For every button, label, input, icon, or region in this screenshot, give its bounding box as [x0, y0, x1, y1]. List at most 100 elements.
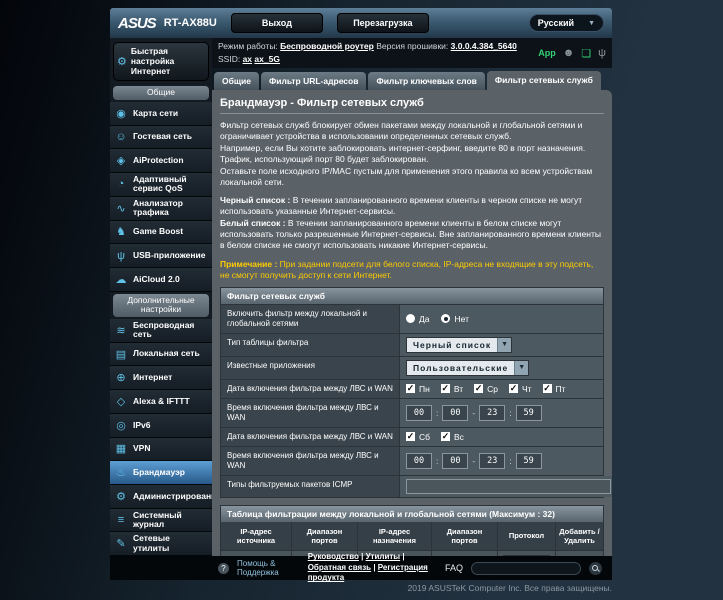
filter-type-label: Тип таблицы фильтра	[221, 333, 399, 356]
sidebar-item-adaptive-qos[interactable]: ◔ Адаптивный сервис QoS	[110, 173, 212, 197]
enable-filter-label: Включить фильтр между локальной и глобал…	[221, 304, 399, 333]
day-tue-checkbox[interactable]: ✓	[440, 384, 450, 394]
lan-icon: ▤	[115, 348, 127, 361]
sidebar-item-ipv6[interactable]: ◎ IPv6	[110, 413, 212, 438]
sidebar-item-lan[interactable]: ▤ Локальная сеть	[110, 342, 212, 367]
weekend-start-min-input[interactable]	[442, 452, 469, 469]
ssid-label: SSID:	[218, 54, 241, 64]
reboot-button[interactable]: Перезагрузка	[336, 13, 429, 33]
filter-rules-table: Таблица фильтрации между локальной и гло…	[220, 504, 604, 556]
icmp-input[interactable]	[406, 478, 611, 494]
enable-no-radio[interactable]	[441, 314, 451, 324]
filter-type-select[interactable]: Черный список ▼	[406, 336, 513, 353]
known-apps-label: Известные приложения	[221, 356, 399, 379]
feedback-link[interactable]: Обратная связь	[308, 563, 371, 572]
sidebar-item-alexa-ifttt[interactable]: ◇ Alexa & IFTTT	[110, 390, 212, 414]
alexa-ifttt-icon: ◇	[116, 396, 126, 408]
day-wed-checkbox[interactable]: ✓	[474, 384, 484, 394]
day-sat-checkbox[interactable]: ✓	[406, 432, 415, 442]
day-thu-checkbox[interactable]: ✓	[508, 384, 518, 394]
manual-link[interactable]: Руководство	[308, 552, 359, 561]
quick-setup-icon: ⚙	[117, 56, 127, 69]
description: Фильтр сетевых служб блокирует обмен пак…	[220, 120, 604, 281]
sidebar-item-network-map[interactable]: ◉ Карта сети	[110, 102, 212, 126]
tools-icon: ✎	[116, 538, 126, 551]
tab-url-filter[interactable]: Фильтр URL-адресов	[261, 72, 367, 90]
sidebar-item-game-boost[interactable]: ♞ Game Boost	[110, 220, 212, 245]
sidebar-item-aiprotection[interactable]: ◈ AiProtection	[110, 149, 212, 174]
ssid-24-link[interactable]: ax	[243, 54, 252, 64]
cloud-icon: ☁	[115, 273, 127, 286]
help-support-label[interactable]: Помощь & Поддержка	[237, 559, 300, 577]
sidebar-item-system-log[interactable]: ≡ Системный журнал	[110, 508, 212, 533]
waveform-icon: ∿	[116, 202, 126, 215]
weekday-end-min-input[interactable]	[515, 404, 542, 421]
weekend-date-row: Дата включения фильтра между ЛВС и WAN ✓…	[221, 426, 603, 446]
firewall-icon: ♨	[116, 467, 126, 480]
search-icon[interactable]	[589, 561, 602, 575]
gamepad-icon: ♞	[116, 226, 126, 239]
weekday-start-hour-input[interactable]	[406, 404, 432, 421]
sidebar-item-wan[interactable]: ⊕ Интернет	[110, 366, 212, 391]
sidebar-item-network-tools[interactable]: ✎ Сетевые утилиты	[110, 532, 212, 556]
router-admin-window: ASUS RT-AX88U Выход Перезагрузка Русский…	[110, 8, 612, 582]
language-select[interactable]: Русский ▼	[528, 14, 604, 32]
quick-setup-button[interactable]: ⚙ Быстрая настройка Интернет	[113, 42, 209, 82]
app-link[interactable]: App	[538, 48, 556, 58]
chevron-down-icon: ▼	[514, 360, 529, 375]
known-apps-row: Известные приложения Пользовательские ▼	[221, 355, 603, 379]
sidebar-item-wireless[interactable]: ≋ Беспроводная сеть	[110, 319, 212, 343]
clients-icon[interactable]: ☻	[563, 47, 575, 59]
help-icon: ?	[218, 562, 229, 574]
enable-yes-radio[interactable]	[406, 314, 415, 324]
sidebar-item-guest-network[interactable]: ☺ Гостевая сеть	[110, 125, 212, 150]
col-dest-ip: IP-адрес назначения	[357, 521, 431, 551]
router-model: RT-AX88U	[163, 17, 217, 29]
sidebar-item-firewall[interactable]: ♨ Брандмауэр	[110, 461, 212, 485]
sidebar-item-vpn[interactable]: ▦ VPN	[110, 437, 212, 462]
weekday-end-hour-input[interactable]	[479, 404, 506, 421]
sidebar-item-administration[interactable]: ⚙ Администрирование	[110, 484, 221, 509]
sidebar-item-traffic-analyzer[interactable]: ∿ Анализатор трафика	[110, 196, 212, 221]
firmware-version-link[interactable]: 3.0.0.4.384_5640	[451, 41, 517, 51]
filter-settings-header: Фильтр сетевых служб	[221, 287, 603, 304]
day-fri-checkbox[interactable]: ✓	[542, 384, 552, 394]
copyright-text: 2019 ASUSTeK Computer Inc. Все права защ…	[407, 583, 612, 593]
weekend-end-hour-input[interactable]	[479, 452, 506, 469]
weekday-start-min-input[interactable]	[442, 404, 469, 421]
col-add-delete: Добавить / Удалить	[555, 521, 603, 551]
top-banner: ASUS RT-AX88U Выход Перезагрузка Русский…	[110, 8, 612, 38]
shield-icon: ◈	[116, 155, 126, 168]
known-apps-select[interactable]: Пользовательские ▼	[406, 359, 530, 376]
logout-button[interactable]: Выход	[230, 13, 323, 33]
weekend-start-hour-input[interactable]	[406, 452, 432, 469]
day-sun-checkbox[interactable]: ✓	[441, 432, 451, 442]
sidebar-section-general: Общие	[113, 86, 209, 101]
weekday-date-row: Дата включения фильтра между ЛВС и WAN ✓…	[221, 378, 603, 398]
operation-mode-link[interactable]: Беспроводной роутер	[280, 41, 374, 51]
weekend-end-min-input[interactable]	[515, 452, 542, 469]
faq-search-input[interactable]	[471, 561, 581, 575]
filter-settings-table: Фильтр сетевых служб Включить фильтр меж…	[220, 286, 612, 498]
globe-icon: ⊕	[116, 372, 126, 385]
ssid-5g-link[interactable]: ax_5G	[254, 54, 280, 64]
filter-type-row: Тип таблицы фильтра Черный список ▼	[221, 332, 603, 356]
sidebar-item-aicloud[interactable]: ☁ AiCloud 2.0	[110, 267, 212, 292]
status-bar: Режим работы: Беспроводной роутер Версия…	[212, 38, 612, 68]
utilities-link[interactable]: Утилиты	[366, 552, 401, 561]
lan-status-icon[interactable]: ❏	[581, 47, 591, 60]
firmware-label: Версия прошивки:	[376, 41, 449, 52]
gauge-icon: ◔	[117, 178, 125, 191]
description-paragraph: Например, если Вы хотите заблокировать и…	[220, 143, 586, 165]
ipv6-icon: ◎	[116, 419, 126, 432]
page-title: Брандмауэр - Фильтр сетевых служб	[220, 97, 604, 114]
enable-no-label: Нет	[454, 313, 469, 324]
day-mon-checkbox[interactable]: ✓	[406, 384, 415, 394]
tab-keyword-filter[interactable]: Фильтр ключевых слов	[368, 72, 485, 90]
tab-general[interactable]: Общие	[214, 72, 259, 90]
tab-network-services-filter[interactable]: Фильтр сетевых служб	[486, 71, 601, 90]
usb-status-icon[interactable]: ψ	[598, 47, 606, 59]
description-paragraph: Оставьте поле исходного IP/MAC пустым дл…	[220, 166, 593, 188]
chevron-down-icon: ▼	[588, 19, 595, 27]
sidebar-item-usb-application[interactable]: ψ USB-приложение	[110, 244, 212, 268]
